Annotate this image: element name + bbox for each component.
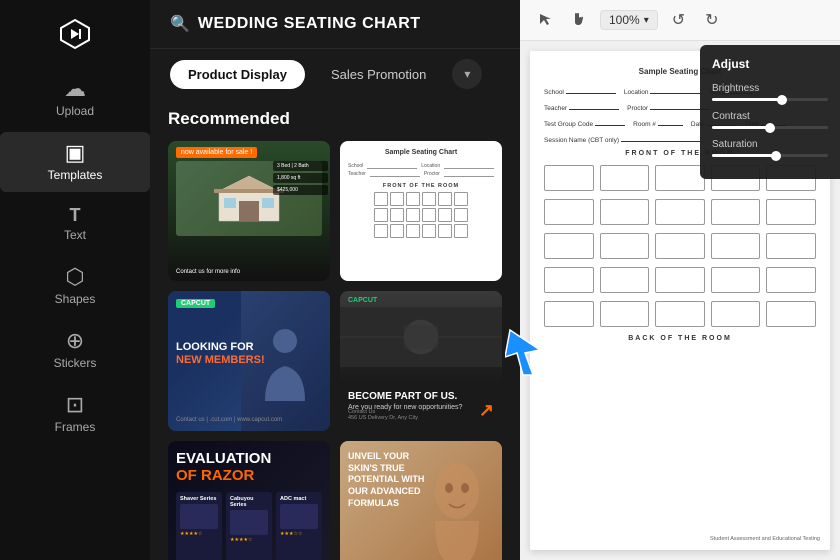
room-label: Room # bbox=[633, 121, 656, 128]
face-heading: UNVEIL YOUR SKIN'S TRUE POTENTIAL WITH O… bbox=[348, 451, 428, 509]
search-query: WEDDING SEATING CHART bbox=[198, 15, 421, 33]
templates-icon: ▣ bbox=[65, 142, 86, 164]
brightness-row: Brightness bbox=[712, 83, 828, 101]
preview-panel: 100% ▾ ↺ ↻ Sample Seating Chart School L… bbox=[520, 0, 840, 560]
zoom-dropdown-icon: ▾ bbox=[644, 15, 649, 26]
tab-product-display[interactable]: Product Display bbox=[170, 60, 305, 89]
back-room-label: BACK OF THE ROOM bbox=[544, 335, 816, 342]
text-icon: T bbox=[70, 206, 81, 224]
template-card-members[interactable]: CAPCUT LOOKING FORNEW MEMBERS! Contact u… bbox=[168, 291, 330, 431]
school-label: School bbox=[544, 89, 564, 96]
brightness-slider[interactable] bbox=[712, 98, 828, 101]
saturation-label: Saturation bbox=[712, 139, 828, 150]
teacher-label: Teacher bbox=[544, 105, 567, 112]
brightness-label: Brightness bbox=[712, 83, 828, 94]
stickers-icon: ⊕ bbox=[66, 330, 84, 352]
search-icon: 🔍 bbox=[170, 14, 190, 34]
eval-prod1-stars: ★★★★☆ bbox=[180, 531, 218, 537]
sidebar-label-upload: Upload bbox=[56, 104, 94, 118]
eval-prod2-stars: ★★★★☆ bbox=[230, 537, 268, 543]
seat-grid-row5 bbox=[544, 301, 816, 327]
tabs-bar: Product Display Sales Promotion ▾ bbox=[150, 49, 520, 99]
members-heading: LOOKING FORNEW MEMBERS! bbox=[176, 341, 265, 367]
house-contact: Contact us for more info bbox=[176, 269, 240, 275]
adjust-title: Adjust bbox=[712, 57, 828, 71]
sidebar-item-stickers[interactable]: ⊕ Stickers bbox=[0, 320, 150, 380]
template-card-seating[interactable]: Sample Seating Chart School Location Tea… bbox=[340, 141, 502, 281]
template-card-house-sale[interactable]: now available for sale ! bbox=[168, 141, 330, 281]
sidebar-item-upload[interactable]: ☁ Upload bbox=[0, 68, 150, 128]
template-card-face[interactable]: UNVEIL YOUR SKIN'S TRUE POTENTIAL WITH O… bbox=[340, 441, 502, 560]
contrast-row: Contrast bbox=[712, 111, 828, 129]
contrast-label: Contrast bbox=[712, 111, 828, 122]
sidebar-label-stickers: Stickers bbox=[54, 356, 97, 370]
redo-button[interactable]: ↻ bbox=[699, 8, 724, 32]
sidebar-label-shapes: Shapes bbox=[55, 292, 96, 306]
tab-sales-promotion[interactable]: Sales Promotion bbox=[313, 60, 444, 89]
search-bar: 🔍 WEDDING SEATING CHART bbox=[150, 0, 520, 49]
zoom-control[interactable]: 100% ▾ bbox=[600, 10, 658, 30]
location-label: Location bbox=[624, 89, 649, 96]
sidebar-label-templates: Templates bbox=[48, 168, 103, 182]
hand-tool-btn[interactable] bbox=[566, 10, 592, 31]
test-group-label: Test Group Code bbox=[544, 121, 593, 128]
seating-card-title: Sample Seating Chart bbox=[385, 149, 457, 156]
adjust-panel: Adjust Brightness Contrast Saturation bbox=[700, 45, 840, 179]
zoom-value: 100% bbox=[609, 13, 640, 27]
house-badge: now available for sale ! bbox=[176, 147, 257, 158]
saturation-slider[interactable] bbox=[712, 154, 828, 157]
cursor-tool-btn[interactable] bbox=[532, 10, 558, 31]
eval-prod3-name: ADC mact bbox=[280, 496, 318, 502]
shapes-icon: ⬡ bbox=[65, 266, 84, 288]
saturation-row: Saturation bbox=[712, 139, 828, 157]
sidebar-item-frames[interactable]: ⊡ Frames bbox=[0, 384, 150, 444]
main-panel: 🔍 WEDDING SEATING CHART Product Display … bbox=[150, 0, 520, 560]
seat-grid-row2 bbox=[544, 199, 816, 225]
contrast-slider[interactable] bbox=[712, 126, 828, 129]
become-logo: CAPCUT bbox=[348, 297, 377, 304]
upload-icon: ☁ bbox=[64, 78, 86, 100]
sidebar-label-text: Text bbox=[64, 228, 86, 242]
proctor-label: Proctor bbox=[627, 105, 648, 112]
sidebar-label-frames: Frames bbox=[55, 420, 96, 434]
seat-grid-row3 bbox=[544, 233, 816, 259]
templates-grid: now available for sale ! bbox=[168, 141, 502, 560]
session-label: Session Name (CBT only) bbox=[544, 137, 619, 144]
seat-grid-row4 bbox=[544, 267, 816, 293]
sidebar-item-shapes[interactable]: ⬡ Shapes bbox=[0, 256, 150, 316]
evaluation-title: EVALUATION bbox=[176, 451, 322, 468]
app-logo bbox=[53, 12, 97, 56]
become-heading: BECOME PART OF US. bbox=[348, 391, 494, 403]
eval-prod1-name: Shaver Series bbox=[180, 496, 218, 502]
sidebar: ☁ Upload ▣ Templates T Text ⬡ Shapes ⊕ S… bbox=[0, 0, 150, 560]
evaluation-of: OF RAZOR bbox=[176, 468, 322, 485]
doc-footer: Student Assessment and Educational Testi… bbox=[710, 536, 820, 542]
preview-toolbar: 100% ▾ ↺ ↻ bbox=[520, 0, 840, 41]
become-contact: Contact Us456 US Delivery Dr, Any City bbox=[348, 409, 418, 421]
templates-area: Recommended now available for sale ! bbox=[150, 99, 520, 560]
template-card-evaluation[interactable]: EVALUATION OF RAZOR Shaver Series ★★★★☆ … bbox=[168, 441, 330, 560]
undo-button[interactable]: ↺ bbox=[666, 8, 691, 32]
sidebar-item-text[interactable]: T Text bbox=[0, 196, 150, 252]
frames-icon: ⊡ bbox=[66, 394, 84, 416]
recommended-label: Recommended bbox=[168, 109, 502, 129]
become-arrow: ↗ bbox=[479, 400, 494, 421]
seating-grid bbox=[374, 192, 468, 270]
members-contact: Contact us | .cut.com | www.capcut.com bbox=[176, 417, 282, 423]
template-card-become[interactable]: CAPCUT BECOME PART OF US. Are you ready … bbox=[340, 291, 502, 431]
eval-prod2-name: Cabuyou Series bbox=[230, 496, 268, 508]
sidebar-item-templates[interactable]: ▣ Templates bbox=[0, 132, 150, 192]
capcut-badge: CAPCUT bbox=[176, 299, 215, 308]
tabs-dropdown[interactable]: ▾ bbox=[452, 59, 482, 89]
eval-prod3-stars: ★★★☆☆ bbox=[280, 531, 318, 537]
